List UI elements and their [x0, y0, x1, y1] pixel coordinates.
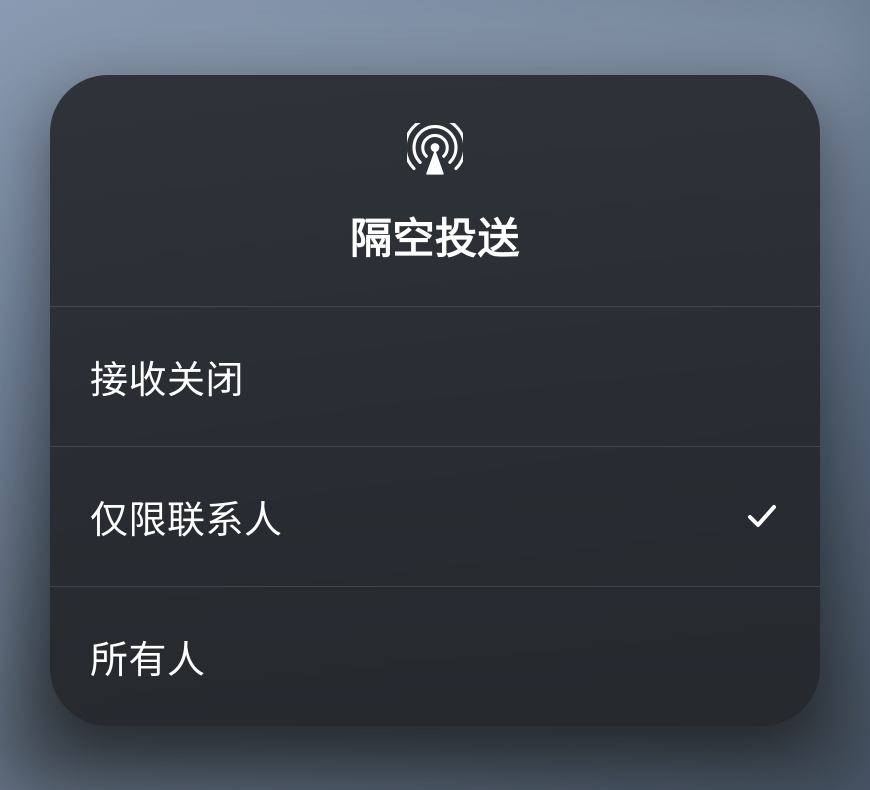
option-label: 仅限联系人: [90, 489, 283, 544]
option-receiving-off[interactable]: 接收关闭: [50, 307, 820, 447]
option-label: 所有人: [90, 629, 206, 684]
option-contacts-only[interactable]: 仅限联系人: [50, 447, 820, 587]
airdrop-icon: [407, 123, 463, 179]
checkmark-icon: [744, 498, 780, 534]
option-everyone[interactable]: 所有人: [50, 587, 820, 726]
airdrop-settings-panel: 隔空投送 接收关闭 仅限联系人 所有人: [50, 75, 820, 726]
option-label: 接收关闭: [90, 349, 244, 404]
panel-header: 隔空投送: [50, 75, 820, 307]
panel-title: 隔空投送: [350, 205, 520, 266]
